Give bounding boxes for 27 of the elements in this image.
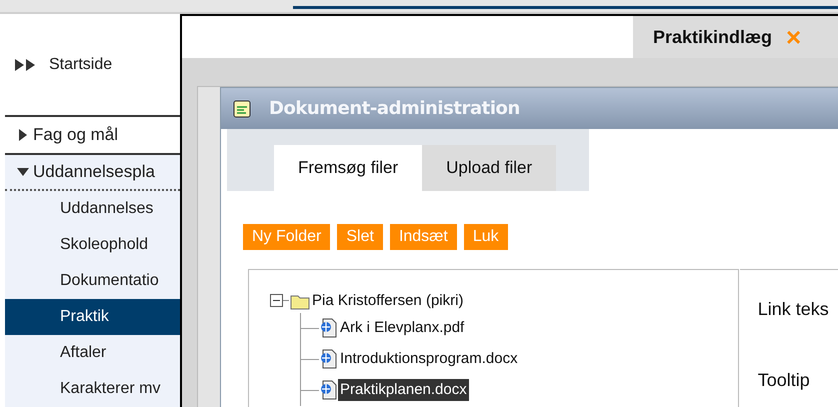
tab[interactable]: Praktikindlæg × bbox=[633, 16, 838, 58]
home-link[interactable]: Startside bbox=[49, 52, 112, 76]
section-header[interactable]: Fag og mål bbox=[5, 117, 180, 153]
sidebar-item[interactable]: Karakterer mv bbox=[5, 371, 180, 407]
sidebar-item[interactable]: Praktik bbox=[5, 299, 180, 335]
caret-down-icon bbox=[17, 166, 29, 178]
tree-item[interactable]: Pia Kristoffersen (pikri) bbox=[312, 290, 464, 312]
document-globe-icon bbox=[319, 318, 337, 338]
tab[interactable]: Fremsøg filer bbox=[274, 145, 422, 191]
section-header[interactable]: Uddannelsespla bbox=[5, 155, 180, 191]
sidebar-item[interactable]: Skoleophold bbox=[5, 227, 180, 263]
document-globe-icon bbox=[319, 349, 337, 369]
dialog-titlebar: Dokument-administration bbox=[221, 88, 838, 129]
folder-icon bbox=[290, 292, 310, 310]
tab[interactable]: Upload filer bbox=[422, 145, 556, 191]
caret-right-icon bbox=[17, 129, 29, 141]
field-label: Tooltip bbox=[758, 369, 811, 392]
sidebar-item[interactable]: Aftaler bbox=[5, 335, 180, 371]
note-icon bbox=[233, 100, 251, 118]
tree-item[interactable]: Introduktionsprogram.docx bbox=[338, 348, 520, 370]
sidebar-item[interactable]: Uddannelses bbox=[5, 191, 180, 227]
sidebar-item[interactable]: Dokumentatio bbox=[5, 263, 180, 299]
document-globe-icon bbox=[319, 380, 337, 400]
tree-item[interactable]: Ark i Elevplanx.pdf bbox=[338, 316, 466, 340]
field-label: Link teks bbox=[758, 298, 830, 321]
double-arrow-icon bbox=[15, 58, 37, 70]
tree-item[interactable]: Praktikplanen.docx bbox=[338, 378, 469, 402]
